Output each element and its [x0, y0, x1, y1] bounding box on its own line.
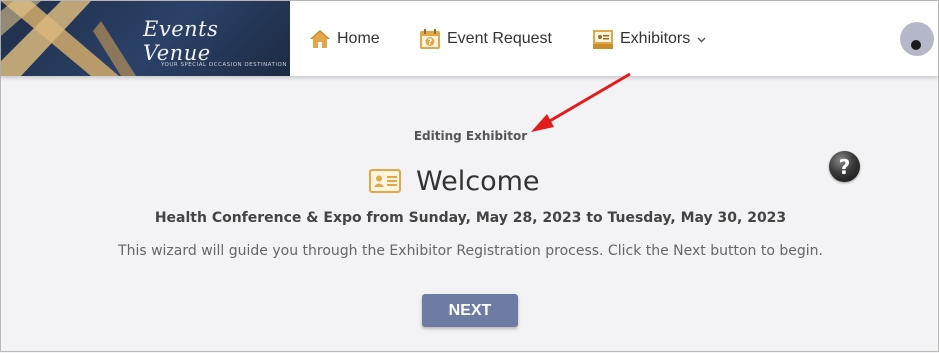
page-title: Welcome [416, 165, 540, 197]
help-icon[interactable]: ? [829, 151, 860, 182]
welcome-heading: Welcome [369, 161, 540, 201]
wizard-guide-text: This wizard will guide you through the E… [118, 243, 823, 259]
chevron-down-icon [697, 35, 706, 44]
user-avatar[interactable] [900, 22, 934, 56]
nav-event-request-label: Event Request [447, 30, 552, 47]
event-dates-line: Health Conference & Expo from Sunday, Ma… [154, 210, 787, 226]
nav-home-label: Home [337, 30, 380, 47]
id-card-icon [369, 169, 401, 193]
nav-exhibitors-label: Exhibitors [620, 30, 691, 47]
nav-home[interactable]: Home [309, 26, 380, 52]
editing-label: Editing Exhibitor [413, 129, 528, 143]
svg-text:?: ? [428, 38, 433, 47]
home-icon [309, 28, 331, 50]
venue-logo[interactable]: Events Venue YOUR SPECIAL OCCASION DESTI… [1, 1, 290, 76]
nav-event-request[interactable]: ? Event Request [419, 26, 552, 52]
avatar-silhouette [911, 40, 921, 50]
nav-exhibitors[interactable]: Exhibitors [592, 26, 706, 52]
top-navbar: Events Venue YOUR SPECIAL OCCASION DESTI… [1, 1, 938, 76]
next-button[interactable]: NEXT [422, 294, 518, 327]
calendar-question-icon: ? [419, 28, 441, 50]
logo-script-text: Events Venue [143, 17, 219, 65]
exhibitor-booth-icon [592, 28, 614, 50]
logo-tagline: YOUR SPECIAL OCCASION DESTINATION [161, 62, 287, 68]
